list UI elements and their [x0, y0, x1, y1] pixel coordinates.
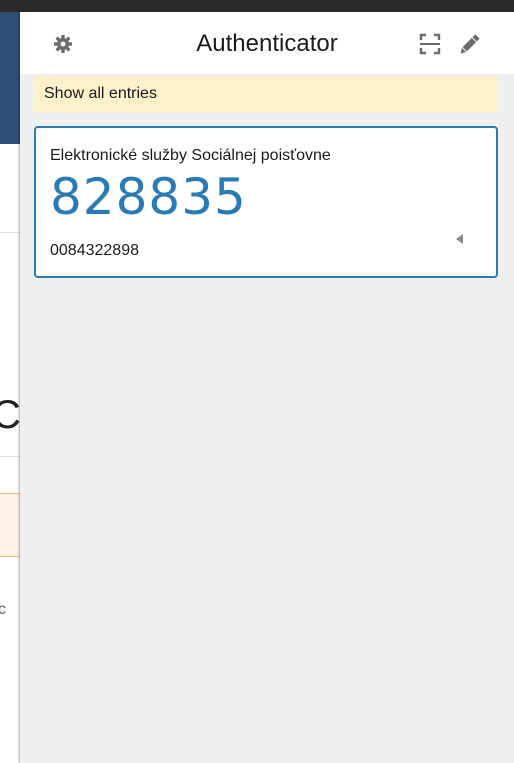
background-highlight-box — [0, 493, 20, 557]
background-page-glyph: C — [0, 393, 21, 437]
browser-toolbar-strip — [0, 0, 514, 12]
pencil-icon[interactable] — [456, 32, 482, 58]
background-page-header — [0, 12, 20, 144]
otp-code[interactable]: 828835 — [50, 172, 247, 222]
triangle-left-icon[interactable] — [454, 232, 466, 244]
background-divider — [0, 232, 20, 233]
background-page-glyph: c — [0, 601, 6, 618]
scan-qr-icon[interactable] — [419, 33, 441, 55]
gear-icon[interactable] — [53, 34, 73, 54]
entry-issuer: Elektronické služby Sociálnej poisťovne — [50, 147, 331, 164]
popup-header: Authenticator — [20, 12, 514, 74]
account-entry[interactable]: Elektronické služby Sociálnej poisťovne … — [34, 126, 498, 278]
background-divider — [0, 456, 20, 457]
entry-account-name: 0084322898 — [50, 242, 139, 259]
show-all-entries-link[interactable]: Show all entries — [34, 76, 498, 112]
authenticator-popup: Authenticator Show all entries Elektroni… — [20, 12, 514, 763]
